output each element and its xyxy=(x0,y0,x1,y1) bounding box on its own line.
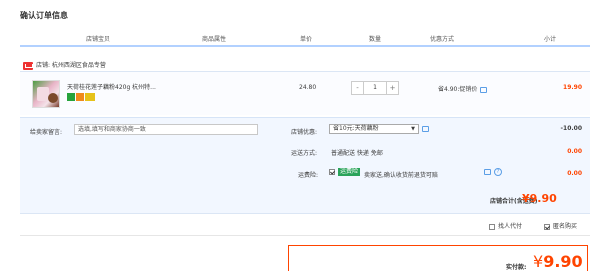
insurance-checkbox[interactable] xyxy=(329,169,335,175)
guarantee-badge-icon[interactable] xyxy=(67,93,75,101)
coupon-amount: -10.00 xyxy=(560,125,582,132)
item-row xyxy=(20,71,590,115)
page-title: 确认订单信息 xyxy=(20,11,68,20)
help-icon[interactable]: ? xyxy=(494,168,502,176)
qty-minus-button[interactable]: - xyxy=(352,82,364,94)
payment-amount: ¥9.90 xyxy=(533,252,583,271)
proxy-pay-label: 找人代付 xyxy=(498,223,523,230)
quantity-stepper[interactable]: - 1 + xyxy=(351,81,399,95)
anonymous-option[interactable]: 匿名购买 xyxy=(544,221,577,230)
seller-message-input[interactable]: 选填,填写和商家协商一致 xyxy=(74,124,258,135)
shipping-amount: 0.00 xyxy=(567,148,582,155)
col-price-header: 单价 xyxy=(300,36,313,43)
payment-value: 9.90 xyxy=(543,252,583,271)
anonymous-checkbox[interactable] xyxy=(544,223,550,230)
divider xyxy=(20,213,590,214)
product-thumbnail[interactable] xyxy=(32,80,60,108)
item-subtotal: 19.90 xyxy=(563,84,582,91)
order-table-header: 店铺宝贝 商品属性 单价 数量 优惠方式 小计 xyxy=(20,31,590,45)
qty-plus-button[interactable]: + xyxy=(386,82,398,94)
product-name-link[interactable]: 天荷桂花莲子藕粉420g 杭州特... xyxy=(67,82,156,91)
shipping-method: 普通配送 快递 免邮 xyxy=(331,150,383,157)
coupon-select[interactable]: 省10元:天荷藕粉 ▼ xyxy=(329,124,419,134)
coupon-selected-value: 省10元:天荷藕粉 xyxy=(333,125,379,132)
proxy-pay-checkbox[interactable] xyxy=(489,223,495,230)
shop-row: 店铺: 杭州西湖区食品专营 xyxy=(23,60,106,70)
header-divider xyxy=(20,45,590,47)
col-item-header: 店铺宝贝 xyxy=(86,36,111,43)
insurance-amount: 0.00 xyxy=(567,170,582,177)
shipping-label: 运送方式: xyxy=(291,150,318,157)
insurance-description: 卖家送,确认收货前退货可赔 xyxy=(364,172,438,179)
shop-total-value: ¥9.90 xyxy=(522,192,557,205)
proxy-pay-option[interactable]: 找人代付 xyxy=(489,221,522,230)
insurance-chat-icon[interactable] xyxy=(484,169,491,175)
service-badges xyxy=(67,93,96,101)
unit-price: 24.80 xyxy=(299,84,317,91)
currency-symbol: ¥ xyxy=(533,252,544,271)
anonymous-label: 匿名购买 xyxy=(553,223,578,230)
chat-icon[interactable] xyxy=(480,86,488,93)
qty-input[interactable]: 1 xyxy=(364,82,386,94)
return-badge-icon[interactable] xyxy=(76,93,84,101)
shop-name[interactable]: 店铺: 杭州西湖区食品专营 xyxy=(36,62,106,69)
promo-method: 省4.90:促销价 xyxy=(438,84,488,93)
promo-text: 省4.90:促销价 xyxy=(438,86,478,93)
insurance-tag: 运费险 xyxy=(338,168,361,176)
col-qty-header: 数量 xyxy=(369,36,382,43)
message-label: 给卖家留言: xyxy=(30,129,63,136)
shop-icon xyxy=(23,61,33,70)
coupon-chat-icon[interactable] xyxy=(422,126,429,132)
insurance-label: 运费险: xyxy=(298,172,319,179)
col-attr-header: 商品属性 xyxy=(202,36,227,43)
coupon-label: 店铺优惠: xyxy=(291,129,318,136)
col-subtotal-header: 小计 xyxy=(544,36,557,43)
col-promo-header: 优惠方式 xyxy=(430,36,455,43)
divider xyxy=(20,235,590,236)
chevron-down-icon: ▼ xyxy=(411,126,415,132)
credit-badge-icon[interactable] xyxy=(85,93,95,101)
payment-label: 实付款: xyxy=(506,264,527,271)
